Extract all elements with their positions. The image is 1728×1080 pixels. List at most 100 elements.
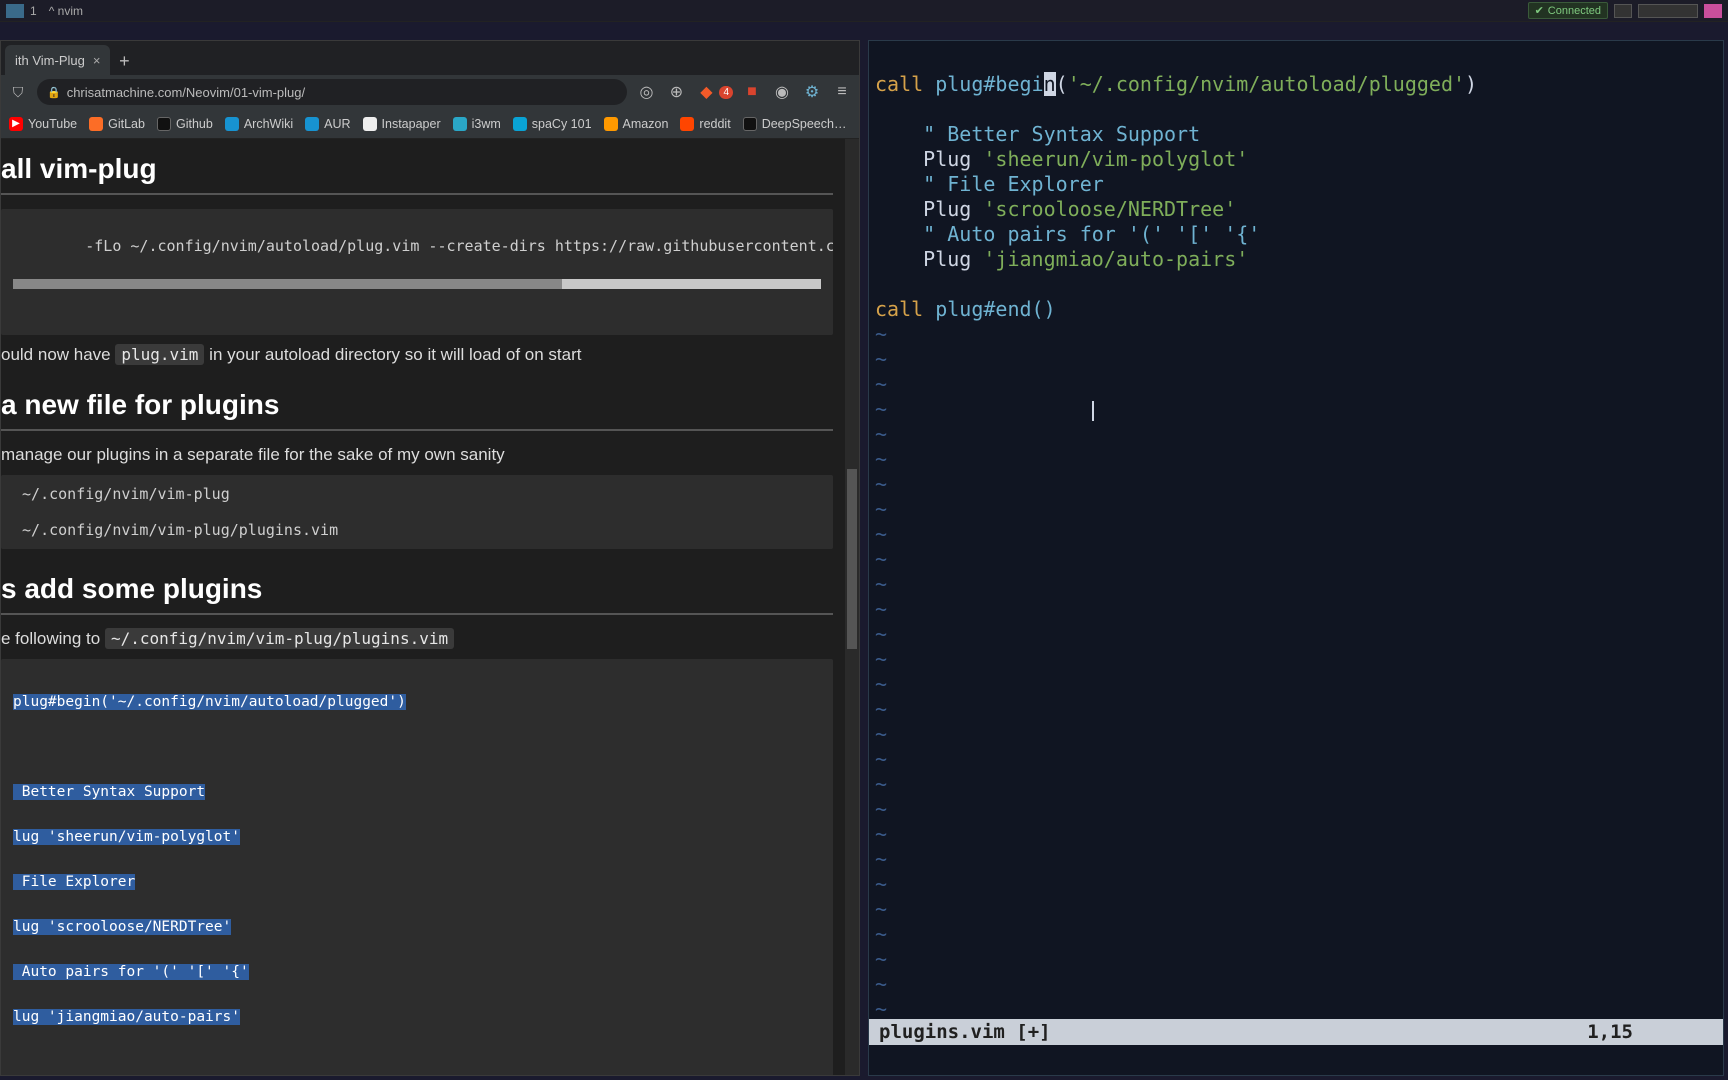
bookmark-label: AUR: [324, 117, 350, 131]
vertical-scrollbar[interactable]: [845, 139, 859, 1075]
bookmark-item[interactable]: Instapaper: [363, 117, 441, 131]
paragraph: ould now have plug.vim in your autoload …: [1, 345, 833, 365]
heading-newfile: a new file for plugins: [1, 375, 833, 431]
tray-item[interactable]: [1704, 4, 1722, 18]
inline-code: plug.vim: [115, 344, 204, 365]
app-title: ^ nvim: [49, 4, 83, 18]
check-icon: ✔: [1535, 4, 1544, 17]
code-mkdir[interactable]: ~/.config/nvim/vim-plug ~/.config/nvim/v…: [1, 475, 833, 549]
bookmark-label: GitLab: [108, 117, 145, 131]
tilde-line: ~: [875, 672, 887, 696]
tilde-line: ~: [875, 322, 887, 346]
bookmark-icon: [363, 117, 377, 131]
bookmark-icon: [305, 117, 319, 131]
ext-icon[interactable]: ■: [741, 81, 763, 103]
tray-item[interactable]: [1638, 4, 1698, 18]
bookmark-label: Amazon: [623, 117, 669, 131]
code-keyword: call: [875, 297, 923, 321]
bookmark-item[interactable]: GitLab: [89, 117, 145, 131]
code-curl[interactable]: -fLo ~/.config/nvim/autoload/plug.vim --…: [1, 209, 833, 335]
tilde-line: ~: [875, 522, 887, 546]
status-line: plugins.vim [+] 1,15: [869, 1019, 1723, 1045]
tab-title: ith Vim-Plug: [15, 53, 85, 68]
editor-buffer[interactable]: call plug#begin('~/.config/nvim/autoload…: [875, 47, 1717, 1043]
lock-icon: 🔒: [47, 86, 61, 99]
new-tab-button[interactable]: +: [110, 47, 138, 75]
tilde-line: ~: [875, 722, 887, 746]
tilde-line: ~: [875, 822, 887, 846]
bookmark-item[interactable]: ▶ YouTube: [9, 117, 77, 131]
selected-code: Auto pairs for '(' '[' '{': [13, 964, 249, 980]
url-text: chrisatmachine.com/Neovim/01-vim-plug/: [67, 85, 305, 100]
code-string: 'sheerun/vim-polyglot': [983, 147, 1248, 171]
tilde-line: ~: [875, 572, 887, 596]
scrollbar-thumb[interactable]: [847, 469, 857, 649]
tilde-line: ~: [875, 797, 887, 821]
tilde-line: ~: [875, 497, 887, 521]
heading-install: all vim-plug: [1, 139, 833, 195]
code-comment: " Auto pairs for '(' '[' '{': [875, 222, 1260, 246]
selected-code: lug 'scrooloose/NERDTree': [13, 919, 231, 935]
blocked-count: 4: [719, 86, 733, 99]
url-input[interactable]: 🔒 chrisatmachine.com/Neovim/01-vim-plug/: [37, 79, 627, 105]
tilde-line: ~: [875, 547, 887, 571]
bookmark-icon: [89, 117, 103, 131]
reader-icon[interactable]: ◎: [635, 81, 657, 103]
bookmark-item[interactable]: DeepSpeech…: [743, 117, 847, 131]
tilde-line: ~: [875, 772, 887, 796]
bookmarks-bar: ▶ YouTube GitLab Github ArchWiki AUR Inst…: [1, 109, 859, 139]
browser-tab[interactable]: ith Vim-Plug ×: [5, 45, 110, 75]
code-text: Plug: [875, 197, 983, 221]
code-plugins[interactable]: plug#begin('~/.config/nvim/autoload/plug…: [1, 659, 833, 1075]
workspace-indicator[interactable]: [6, 4, 24, 18]
bookmark-label: reddit: [699, 117, 730, 131]
bookmark-label: DeepSpeech…: [762, 117, 847, 131]
selected-code: lug 'jiangmiao/auto-pairs': [13, 1009, 240, 1025]
bookmark-item[interactable]: spaCy 101: [513, 117, 592, 131]
tab-bar: ith Vim-Plug × +: [1, 41, 859, 75]
tilde-line: ~: [875, 397, 887, 421]
zoom-icon[interactable]: ⊕: [665, 81, 687, 103]
shield-icon[interactable]: ⛉: [7, 81, 29, 103]
vpn-status-label: Connected: [1548, 5, 1601, 17]
bookmark-label: YouTube: [28, 117, 77, 131]
tilde-line: ~: [875, 447, 887, 471]
workspace-number: 1: [30, 4, 37, 18]
status-filename: plugins.vim [+]: [879, 1020, 1051, 1045]
menu-icon[interactable]: ≡: [831, 81, 853, 103]
terminal-window[interactable]: call plug#begin('~/.config/nvim/autoload…: [868, 40, 1724, 1076]
bookmark-item[interactable]: i3wm: [453, 117, 501, 131]
brave-icon[interactable]: ◆: [695, 81, 717, 103]
bookmark-item[interactable]: reddit: [680, 117, 730, 131]
bookmark-icon: [680, 117, 694, 131]
text: ould now have: [1, 345, 115, 364]
bookmark-item[interactable]: Amazon: [604, 117, 669, 131]
tilde-line: ~: [875, 622, 887, 646]
close-icon[interactable]: ×: [93, 53, 101, 68]
tilde-line: ~: [875, 972, 887, 996]
bookmark-label: Instapaper: [382, 117, 441, 131]
code-text: (: [1056, 72, 1068, 96]
tilde-line: ~: [875, 997, 887, 1021]
text: in your autoload directory so it will lo…: [204, 345, 581, 364]
tilde-line: ~: [875, 747, 887, 771]
status-position: 1,15: [1587, 1020, 1633, 1045]
code-comment: " File Explorer: [875, 172, 1104, 196]
bookmark-item[interactable]: ArchWiki: [225, 117, 293, 131]
command-line[interactable]: [869, 1045, 1723, 1075]
scrollbar-thumb[interactable]: [13, 279, 562, 289]
tray-item[interactable]: [1614, 4, 1632, 18]
tilde-line: ~: [875, 647, 887, 671]
tilde-line: ~: [875, 947, 887, 971]
ext-icon[interactable]: ◉: [771, 81, 793, 103]
code-line: -fLo ~/.config/nvim/autoload/plug.vim --…: [85, 237, 833, 255]
bookmark-icon: ▶: [9, 117, 23, 131]
code-text: ): [1465, 72, 1477, 96]
tilde-line: ~: [875, 697, 887, 721]
bookmark-item[interactable]: AUR: [305, 117, 350, 131]
bookmark-item[interactable]: Github: [157, 117, 213, 131]
settings-icon[interactable]: ⚙: [801, 81, 823, 103]
tilde-line: ~: [875, 347, 887, 371]
horizontal-scrollbar[interactable]: [13, 279, 821, 289]
address-bar: ⛉ 🔒 chrisatmachine.com/Neovim/01-vim-plu…: [1, 75, 859, 109]
